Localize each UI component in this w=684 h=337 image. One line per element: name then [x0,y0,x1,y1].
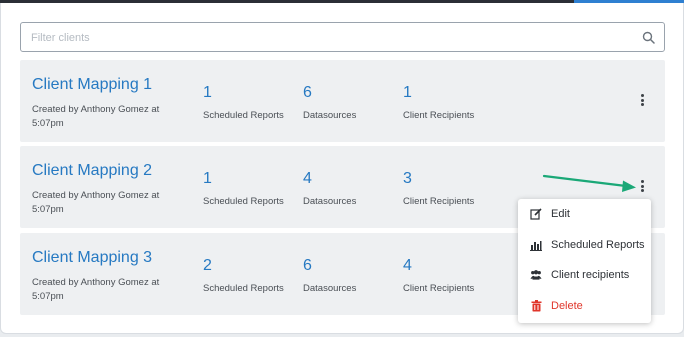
scheduled-reports-label: Scheduled Reports [203,110,284,121]
menu-item-delete[interactable]: Delete [518,291,651,321]
context-menu: Edit Scheduled Reports Client recipients… [518,199,651,323]
datasources-label: Datasources [303,110,357,121]
annotation-arrow-icon [542,174,636,192]
client-created-by: Created by Anthony Gomez at 5:07pm [32,104,160,129]
filter-box[interactable] [20,22,665,52]
client-recipients-label: Client Recipients [403,196,475,207]
client-title-link[interactable]: Client Mapping 3 [32,249,152,267]
datasources-count[interactable]: 6 [303,84,312,102]
menu-item-label: Delete [551,300,583,312]
scheduled-reports-count[interactable]: 1 [203,84,212,102]
client-recipients-count[interactable]: 4 [403,257,412,275]
datasources-label: Datasources [303,283,357,294]
menu-item-edit[interactable]: Edit [518,199,651,229]
scheduled-reports-count[interactable]: 2 [203,257,212,275]
client-recipients-label: Client Recipients [403,283,475,294]
menu-item-label: Scheduled Reports [551,239,645,251]
scheduled-reports-count[interactable]: 1 [203,170,212,188]
client-title-link[interactable]: Client Mapping 1 [32,76,152,94]
scheduled-reports-label: Scheduled Reports [203,283,284,294]
datasources-count[interactable]: 4 [303,170,312,188]
menu-item-label: Client recipients [551,269,630,281]
datasources-label: Datasources [303,196,357,207]
menu-item-label: Edit [551,208,570,220]
client-card-1: Client Mapping 1 Created by Anthony Gome… [20,60,665,142]
client-title-link[interactable]: Client Mapping 2 [32,162,152,180]
edit-icon [530,208,542,220]
bar-chart-icon [530,239,542,251]
menu-item-client-recipients[interactable]: Client recipients [518,260,651,290]
scheduled-reports-label: Scheduled Reports [203,196,284,207]
datasources-count[interactable]: 6 [303,257,312,275]
users-icon [530,269,542,281]
client-recipients-label: Client Recipients [403,110,475,121]
search-icon[interactable] [642,31,655,44]
client-created-by: Created by Anthony Gomez at 5:07pm [32,190,160,215]
client-recipients-count[interactable]: 1 [403,84,412,102]
filter-clients-input[interactable] [31,29,621,47]
trash-icon [530,300,542,312]
more-options-icon[interactable] [637,94,647,110]
client-created-by: Created by Anthony Gomez at 5:07pm [32,277,160,302]
menu-item-scheduled-reports[interactable]: Scheduled Reports [518,230,651,260]
client-recipients-count[interactable]: 3 [403,170,412,188]
